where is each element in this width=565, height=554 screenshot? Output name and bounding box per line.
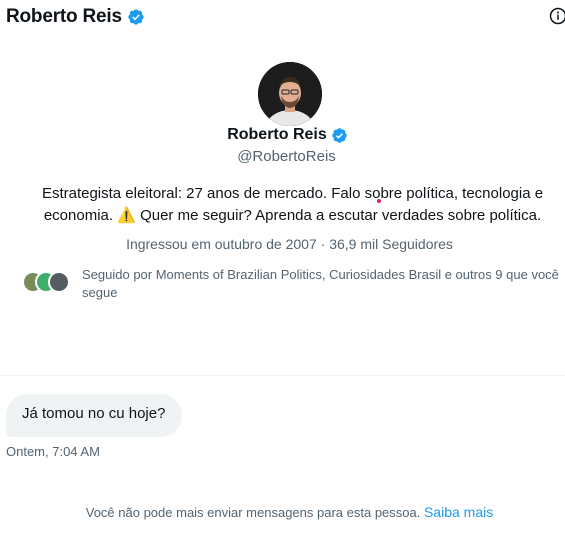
header-name-text: Roberto Reis [6,6,122,27]
followed-by-row[interactable]: Seguido por Moments of Brazilian Politic… [22,266,562,302]
header-title[interactable]: Roberto Reis [6,6,145,28]
profile-avatar[interactable] [258,62,322,126]
message-bubble[interactable]: Já tomou no cu hoje? [6,394,182,437]
message-text: Já tomou no cu hoje? [22,405,166,422]
message-timestamp: Ontem, 7:04 AM [6,444,100,459]
blocked-notice: Você não pode mais enviar mensagens para… [0,504,565,520]
info-icon[interactable] [549,7,565,25]
profile-bio: Estrategista eleitoral: 27 anos de merca… [20,183,565,227]
follower-avatar [48,271,70,293]
followed-by-avatars [22,271,70,295]
verified-badge-icon [128,9,144,25]
learn-more-link[interactable]: Saiba mais [424,504,493,520]
conversation-header: Roberto Reis [0,0,565,36]
stray-dot [377,199,381,203]
bio-line-2-start: economia. [43,207,118,224]
profile-name-text: Roberto Reis [227,126,327,143]
warning-icon: ⚠️ [117,207,136,224]
verified-badge-icon [332,127,347,143]
divider [0,375,565,376]
joined-and-followers[interactable]: Ingressou em outubro de 2007 · 36,9 mil … [0,236,565,252]
bio-line-1: Estrategista eleitoral: 27 anos de merca… [41,185,544,202]
bio-line-2-end: Quer me seguir? Aprenda a escutar verdad… [135,207,542,224]
profile-name[interactable]: Roberto Reis [0,126,565,144]
avatar-image [258,62,322,126]
blocked-notice-text: Você não pode mais enviar mensagens para… [85,505,424,520]
bio-line-2: economia. ⚠️ Quer me seguir? Aprenda a e… [20,205,565,227]
followed-by-text: Seguido por Moments of Brazilian Politic… [82,267,559,300]
profile-handle[interactable]: @RobertoReis [0,148,565,165]
